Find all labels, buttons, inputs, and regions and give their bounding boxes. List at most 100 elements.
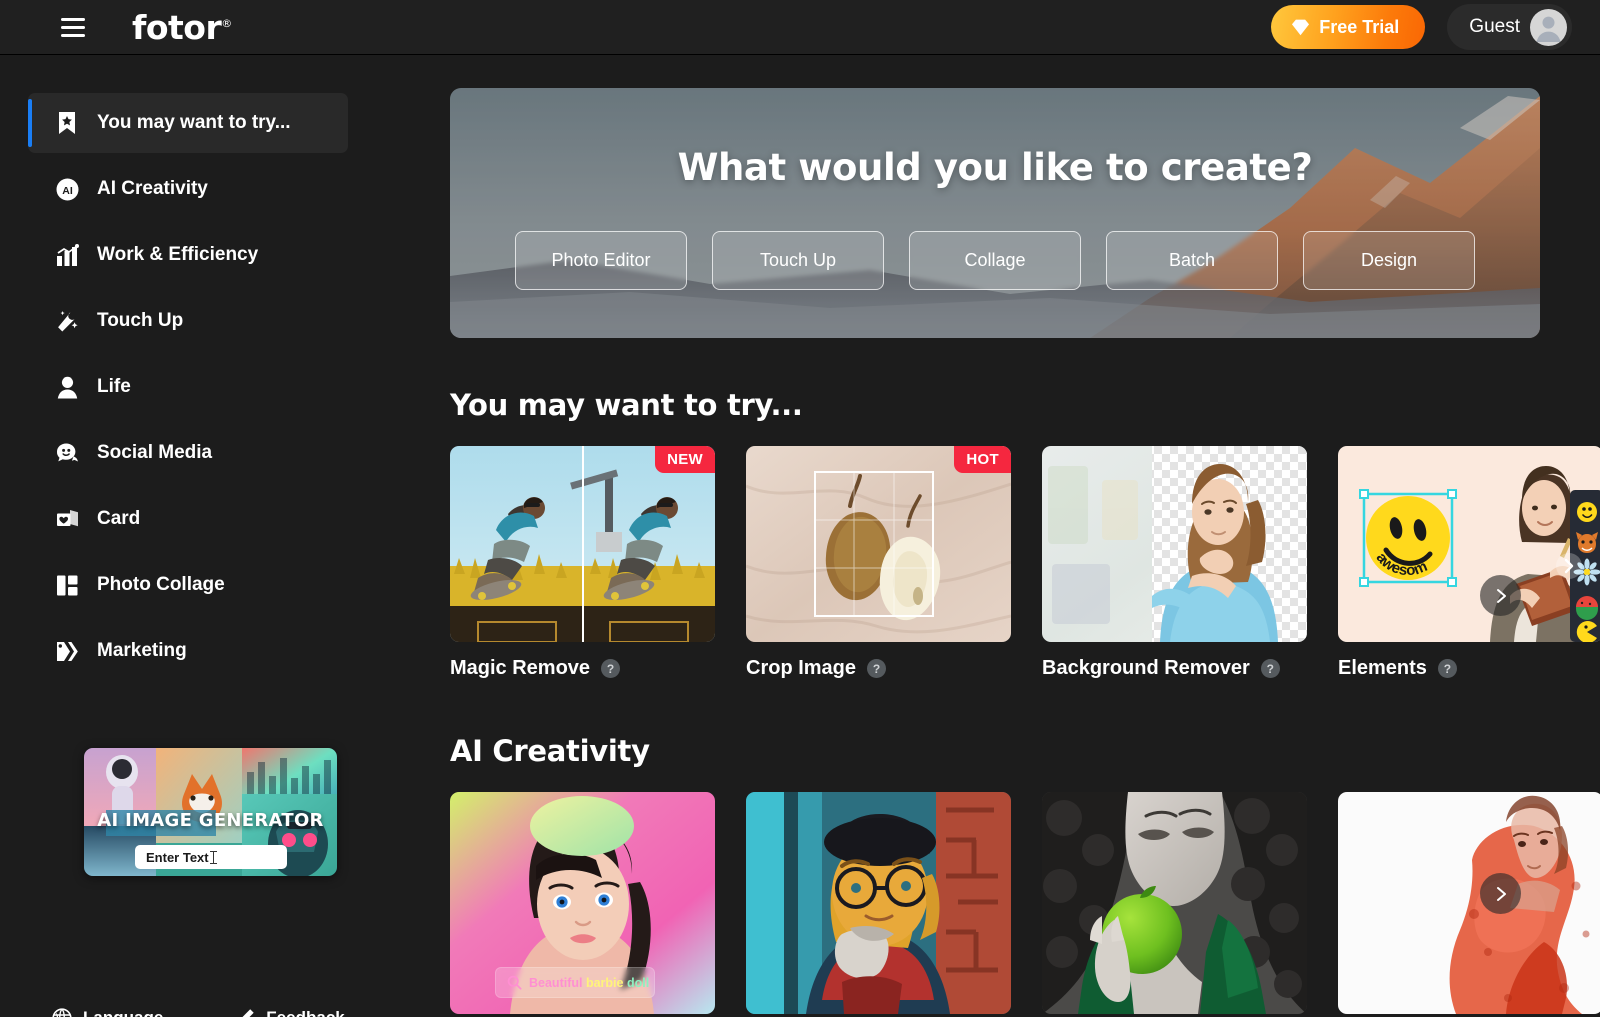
sidebar-item-label: Touch Up [97,310,184,331]
ai-image-generator-promo[interactable]: AI IMAGE GENERATOR Enter Text [84,748,337,876]
card-thumbnail[interactable] [746,792,1011,1014]
card-thumbnail[interactable]: HOT [746,446,1011,642]
card-caption: Magic Remove ? [450,657,715,680]
sidebar-item-touch-up[interactable]: Touch Up [28,291,348,351]
card-label: Elements [1338,657,1427,679]
feedback-button[interactable]: Feedback [235,1008,345,1017]
card-caption: Background Remover ? [1042,657,1307,680]
bw-apple-portrait-image [1042,792,1307,1014]
promo-input-placeholder: Enter Text [146,849,209,865]
pear-crop-overlay-image [746,446,1011,642]
language-label: Language [83,1008,163,1017]
card-heart-icon [55,507,79,531]
hero-button-touch-up[interactable]: Touch Up [712,231,884,290]
sidebar-item-ai-creativity[interactable]: AI AI Creativity [28,159,348,219]
sidebar-item-label: Photo Collage [97,574,225,595]
sticker-elements-image: awesome [1338,446,1600,642]
hero-button-collage[interactable]: Collage [909,231,1081,290]
question-mark-icon[interactable]: ? [867,659,887,678]
bar-chart-icon [55,243,79,267]
sidebar-item-social-media[interactable]: Social Media [28,423,348,483]
sidebar-item-label: Life [97,376,131,397]
status-badge-hot: HOT [954,446,1011,473]
collage-grid-icon [55,573,79,597]
woman-transparent-bg-image [1042,446,1307,642]
card-caption: Elements ? [1338,657,1600,680]
hero-button-design[interactable]: Design [1303,231,1475,290]
hero-button-group: Photo Editor Touch Up Collage Batch Desi… [450,231,1540,290]
card-caption: Crop Image ? [746,657,1011,680]
prompt-word-3: doll [626,975,650,990]
main-content: What would you like to create? Photo Edi… [420,55,1600,1017]
question-mark-icon[interactable]: ? [1260,659,1280,678]
ai-old-man-painting-image [746,792,1011,1014]
status-badge-new: NEW [655,446,715,473]
ai-prompt-text: Beautiful barbie doll [529,976,649,990]
language-button[interactable]: Language [52,1008,163,1017]
watercolor-portrait-image [1338,792,1600,1014]
carousel-next-button-row2[interactable] [1480,873,1521,914]
ai-card-bw-apple-portrait[interactable] [1042,792,1307,1014]
diamond-gem-icon [1292,19,1310,35]
carousel-next-button-row1[interactable] [1480,575,1521,616]
tool-card-magic-remove[interactable]: NEW Magic Remove ? [450,446,715,680]
prompt-word-1: Beautiful [529,975,586,990]
question-mark-icon[interactable]: ? [601,659,621,678]
card-thumbnail[interactable] [1042,792,1307,1014]
card-thumbnail[interactable]: Beautiful barbie doll [450,792,715,1014]
hero-banner: What would you like to create? Photo Edi… [450,88,1540,338]
skateboarder-before-after-image [450,446,715,642]
tool-card-elements[interactable]: awesom e [1338,446,1600,680]
sidebar-item-label: Marketing [97,640,187,661]
ai-prompt-chip[interactable]: Beautiful barbie doll [495,967,655,998]
hero-heading: What would you like to create? [677,146,1313,189]
card-thumbnail[interactable] [1042,446,1307,642]
bookmark-star-icon [55,111,79,135]
card-thumbnail[interactable]: awesome [1338,446,1600,642]
sidebar-item-marketing[interactable]: Marketing [28,621,348,681]
sidebar-item-you-may-want-to-try[interactable]: You may want to try... [28,93,348,153]
fotor-logo[interactable]: fotor® [132,8,232,47]
hero-background-image [450,88,1540,338]
tool-card-crop-image[interactable]: HOT Crop Image ? [746,446,1011,680]
svg-text:AI: AI [62,185,73,197]
chat-bubble-smile-icon [55,441,79,465]
tool-card-background-remover[interactable]: Background Remover ? [1042,446,1307,680]
promo-title: AI IMAGE GENERATOR [97,810,324,831]
sidebar-item-work-and-efficiency[interactable]: Work & Efficiency [28,225,348,285]
sidebar-item-label: Social Media [97,442,213,463]
card-thumbnail[interactable] [1338,792,1600,1014]
feedback-label: Feedback [266,1008,344,1017]
sidebar-item-photo-collage[interactable]: Photo Collage [28,555,348,615]
account-label: Guest [1469,16,1520,37]
sidebar-item-life[interactable]: Life [28,357,348,417]
hamburger-menu-icon[interactable] [56,10,90,44]
sidebar-item-card[interactable]: Card [28,489,348,549]
promo-text-input[interactable]: Enter Text [135,845,287,869]
sidebar: You may want to try... AI AI Creativity [0,55,420,1017]
hero-button-batch[interactable]: Batch [1106,231,1278,290]
user-avatar-icon [1530,8,1567,46]
card-label: Background Remover [1042,657,1250,679]
card-row-you-may-want-to-try: NEW Magic Remove ? HOT Crop Image ? Back… [450,446,1600,680]
ai-card-watercolor-portrait[interactable] [1338,792,1600,1014]
sidebar-footer: Language Feedback [52,1008,345,1017]
prompt-word-2: barbie [585,975,627,990]
question-mark-icon[interactable]: ? [1437,659,1457,678]
ai-card-old-man-painting[interactable] [746,792,1011,1014]
magic-wand-icon [55,309,79,333]
account-button[interactable]: Guest [1447,4,1572,50]
sidebar-nav: You may want to try... AI AI Creativity [0,55,420,681]
card-thumbnail[interactable]: NEW [450,446,715,642]
free-trial-button[interactable]: Free Trial [1271,5,1426,49]
top-bar: fotor® Free Trial Guest [0,0,1600,55]
globe-icon [52,1008,72,1017]
card-label: Magic Remove [450,657,591,679]
ai-card-barbie-doll[interactable]: Beautiful barbie doll [450,792,715,1014]
hero-button-photo-editor[interactable]: Photo Editor [515,231,687,290]
registered-mark-icon: ® [221,16,232,30]
sidebar-item-label: AI Creativity [97,178,208,199]
free-trial-label: Free Trial [1319,16,1400,37]
search-icon [507,975,522,990]
fotor-app-window: fotor® Free Trial Guest You may want to … [0,0,1600,1017]
